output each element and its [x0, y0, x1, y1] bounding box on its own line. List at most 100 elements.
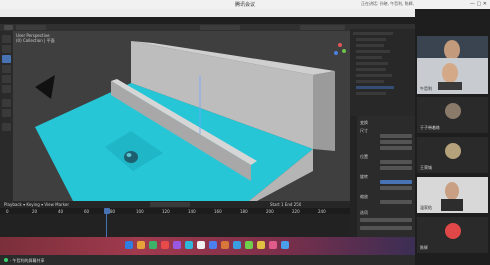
back-wall-side [313, 71, 335, 151]
transform-orientation[interactable] [200, 25, 240, 30]
prop-field[interactable] [380, 146, 412, 150]
top-menu: File Edit Render Window Help Layout Mode… [0, 17, 415, 52]
participant-tile[interactable]: 王荣城 [417, 137, 488, 173]
timeline-controls[interactable]: Playback ▾ Keying ▾ View Marker [4, 202, 69, 207]
annotate-tool[interactable] [2, 99, 11, 107]
outliner-header [350, 24, 415, 29]
prop-field[interactable] [380, 166, 412, 170]
window-controls[interactable]: — ▢ ✕ [470, 1, 487, 7]
speaking-indicator: 正在讲话: 孙晓, 午哲利, 陈辉, [361, 1, 414, 6]
app-icon[interactable] [209, 241, 217, 249]
app-icon[interactable] [281, 241, 289, 249]
participant-name: 午哲利 [420, 86, 432, 91]
prop-field-active[interactable] [380, 180, 412, 184]
share-status-text: · 午哲利的屏幕共享 [10, 258, 45, 263]
outliner-row[interactable] [356, 61, 413, 66]
app-icon[interactable] [185, 241, 193, 249]
share-status-bar: · 午哲利的屏幕共享 [0, 255, 415, 265]
frame-range: Start 1 End 250 [270, 202, 302, 207]
frame-ruler: 0 20 40 60 80 100 120 140 160 180 200 22… [0, 208, 350, 214]
app-icon[interactable] [137, 241, 145, 249]
desktop-taskbar [0, 237, 415, 255]
participant-tile[interactable]: 温家佑 [417, 177, 488, 213]
prop-label: 缩放 [360, 194, 368, 199]
outliner-row[interactable] [356, 37, 413, 42]
app-icon[interactable] [233, 241, 241, 249]
prop-field[interactable] [360, 218, 412, 222]
sharing-dot-icon [4, 258, 8, 262]
transform-tool[interactable] [2, 85, 11, 93]
prop-field[interactable] [360, 226, 412, 230]
select-box-tool[interactable] [2, 35, 11, 43]
prop-field[interactable] [380, 140, 412, 144]
participant-name: 陈辉 [420, 245, 428, 250]
add-cube-tool[interactable] [2, 123, 11, 131]
properties-tabs[interactable] [350, 116, 357, 249]
participant-avatar [445, 103, 461, 119]
participant-tile[interactable]: 于子带着练 [417, 97, 488, 133]
meeting-title-bar: 腾讯会议 正在讲话: 孙晓, 午哲利, 陈辉, — ▢ ✕ [0, 0, 490, 9]
outliner-row[interactable] [356, 67, 413, 72]
prop-field[interactable] [380, 200, 412, 204]
app-icon[interactable] [269, 241, 277, 249]
participant-avatar [445, 143, 461, 159]
viewport-header [0, 24, 350, 31]
frame-label: 100 [136, 209, 144, 214]
participant-tile[interactable]: 午哲利 [417, 58, 488, 94]
app-icon[interactable] [257, 241, 265, 249]
shared-window-titlebar [0, 9, 415, 17]
app-icon[interactable] [161, 241, 169, 249]
outliner-row[interactable] [356, 91, 413, 96]
outliner-row[interactable] [356, 43, 413, 48]
prop-label: 选项 [360, 210, 368, 215]
frame-label: 120 [162, 209, 170, 214]
timeline-header: Playback ▾ Keying ▾ View Marker Start 1 … [0, 201, 350, 208]
outliner-row-selected[interactable] [356, 85, 413, 90]
frame-label: 40 [58, 209, 64, 214]
app-icon[interactable] [149, 241, 157, 249]
scale-tool[interactable] [2, 75, 11, 83]
outliner-row[interactable] [356, 73, 413, 78]
outliner-panel [350, 24, 415, 116]
tool-shelf [0, 31, 13, 201]
frame-label: 220 [292, 209, 300, 214]
app-icon[interactable] [245, 241, 253, 249]
camera-object [35, 75, 55, 99]
prop-label: 位置 [360, 154, 368, 159]
sphere-object [124, 151, 138, 163]
outliner-row[interactable] [353, 31, 413, 36]
meeting-title: 腾讯会议 [234, 2, 255, 8]
shading-buttons[interactable] [300, 25, 345, 30]
prop-label: 变换 [360, 120, 368, 125]
editor-type-button[interactable] [4, 25, 13, 30]
blender-window: File Edit Render Window Help Layout Mode… [0, 17, 415, 249]
outliner-row[interactable] [356, 79, 413, 84]
prop-field[interactable] [380, 186, 412, 190]
playhead[interactable] [104, 208, 110, 214]
frame-label: 20 [32, 209, 38, 214]
app-icon[interactable] [221, 241, 229, 249]
frame-label: 200 [266, 209, 274, 214]
3d-viewport[interactable]: User Perspective (0) Collection | 平面 [13, 31, 350, 201]
app-icon[interactable] [125, 241, 133, 249]
scene-render [35, 41, 346, 201]
move-tool[interactable] [2, 55, 11, 63]
participant-name: 温家佑 [420, 205, 432, 210]
prop-field[interactable] [380, 134, 412, 138]
outliner-row[interactable] [356, 55, 413, 60]
prop-field[interactable] [380, 160, 412, 164]
playback-buttons[interactable] [150, 202, 190, 207]
frame-label: 60 [84, 209, 90, 214]
frame-label: 0 [6, 209, 9, 214]
participant-tile[interactable]: 陈辉 [417, 217, 488, 253]
app-icon[interactable] [197, 241, 205, 249]
gizmo-y [342, 49, 346, 53]
rotate-tool[interactable] [2, 65, 11, 73]
measure-tool[interactable] [2, 109, 11, 117]
frame-label: 160 [214, 209, 222, 214]
mode-selector[interactable] [16, 25, 46, 30]
participant-avatar [445, 223, 461, 239]
app-icon[interactable] [173, 241, 181, 249]
cursor-tool[interactable] [2, 45, 11, 53]
outliner-row[interactable] [356, 49, 413, 54]
